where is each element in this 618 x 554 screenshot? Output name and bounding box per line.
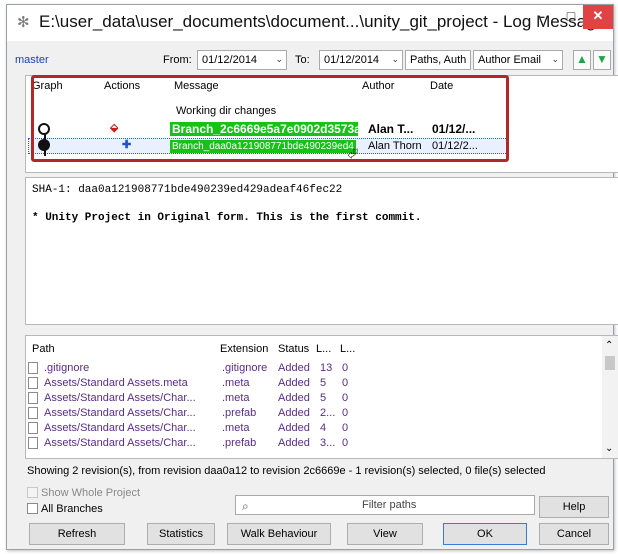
filter-paths-input[interactable]: ⌕ Filter paths: [235, 495, 535, 515]
file-icon: [28, 422, 38, 434]
file-row[interactable]: Assets/Standard Assets.meta .meta Added …: [26, 376, 596, 390]
mouse-cursor-icon: ⮰: [347, 145, 359, 161]
file-status: Added: [278, 377, 310, 389]
from-label: From:: [163, 54, 192, 66]
column-extension[interactable]: Extension: [220, 343, 268, 355]
author-email-value: Author Email: [478, 54, 541, 66]
maximize-button[interactable]: □: [557, 5, 585, 29]
file-lines-added: 2...: [320, 407, 336, 419]
scroll-thumb[interactable]: [605, 356, 615, 370]
ok-button[interactable]: OK: [443, 523, 527, 545]
file-path: Assets/Standard Assets/Char...: [44, 407, 196, 419]
commit-details-pane[interactable]: SHA-1: daa0a121908771bde490239ed429adeaf…: [25, 177, 618, 325]
file-icon: [28, 392, 38, 404]
file-row[interactable]: Assets/Standard Assets/Char... .prefab A…: [26, 436, 596, 450]
file-icon: [28, 377, 38, 389]
show-whole-project-checkbox[interactable]: Show Whole Project: [27, 487, 140, 499]
file-lines-added: 3...: [320, 437, 336, 449]
file-lines-added: 5: [320, 392, 327, 404]
sha-line: SHA-1: daa0a121908771bde490239ed429adeaf…: [32, 184, 343, 196]
changed-files-list[interactable]: Path Extension Status L... L... .gitigno…: [25, 335, 618, 459]
file-lines-added: 13: [320, 362, 333, 374]
help-button[interactable]: Help: [539, 496, 609, 518]
file-status: Added: [278, 407, 310, 419]
file-lines-removed: 0: [342, 407, 349, 419]
checkbox-box: [27, 503, 38, 514]
file-lines-added: 4: [320, 422, 327, 434]
to-date-value: 01/12/2014: [324, 54, 380, 66]
file-extension: .prefab: [222, 437, 257, 449]
file-lines-removed: 0: [342, 377, 349, 389]
files-scrollbar[interactable]: ⌃ ⌄: [602, 336, 618, 458]
minimize-button[interactable]: –: [527, 5, 555, 29]
file-lines-removed: 0: [342, 362, 349, 374]
cancel-button[interactable]: Cancel: [539, 523, 609, 545]
file-row[interactable]: Assets/Standard Assets/Char... .prefab A…: [26, 406, 596, 420]
from-date-value: 01/12/2014: [202, 54, 258, 66]
file-extension: .meta: [222, 422, 250, 434]
chevron-down-icon: ⌄: [275, 54, 283, 64]
file-icon: [28, 437, 38, 449]
all-branches-label: All Branches: [41, 503, 103, 515]
previous-arrow-button[interactable]: ▲: [573, 50, 591, 70]
file-path: Assets/Standard Assets/Char...: [44, 392, 196, 404]
file-row[interactable]: .gitignore .gitignore Added 13 0: [26, 361, 596, 375]
file-lines-removed: 0: [342, 422, 349, 434]
all-branches-checkbox[interactable]: All Branches: [27, 503, 103, 515]
file-path: Assets/Standard Assets/Char...: [44, 437, 196, 449]
walk-behaviour-button[interactable]: Walk Behaviour: [227, 523, 331, 545]
file-lines-removed: 0: [342, 392, 349, 404]
file-icon: [28, 362, 38, 374]
checkbox-box: [27, 487, 38, 498]
column-status[interactable]: Status: [278, 343, 309, 355]
file-lines-removed: 0: [342, 437, 349, 449]
refresh-button[interactable]: Refresh: [29, 523, 125, 545]
to-date-picker[interactable]: 01/12/2014 ⌄: [319, 50, 403, 70]
file-extension: .meta: [222, 377, 250, 389]
file-path: Assets/Standard Assets.meta: [44, 377, 188, 389]
chevron-down-icon: ⌄: [551, 54, 559, 64]
next-arrow-button[interactable]: ▼: [593, 50, 611, 70]
file-status: Added: [278, 362, 310, 374]
status-line: Showing 2 revision(s), from revision daa…: [27, 465, 546, 477]
paths-author-filter-value: Paths, Auth: [410, 54, 467, 66]
filter-placeholder: Filter paths: [362, 499, 417, 511]
filter-toolbar: master From: 01/12/2014 ⌄ To: 01/12/2014…: [13, 49, 613, 71]
file-status: Added: [278, 392, 310, 404]
show-whole-project-label: Show Whole Project: [41, 487, 141, 499]
magnifier-icon: ⌕: [242, 499, 249, 513]
column-path[interactable]: Path: [32, 343, 55, 355]
author-email-select[interactable]: Author Email ⌄: [473, 50, 563, 70]
file-status: Added: [278, 422, 310, 434]
scroll-up-icon[interactable]: ⌃: [605, 340, 613, 351]
file-row[interactable]: Assets/Standard Assets/Char... .meta Add…: [26, 421, 596, 435]
highlight-annotation-box: [31, 75, 509, 162]
from-date-picker[interactable]: 01/12/2014 ⌄: [197, 50, 287, 70]
scroll-down-icon[interactable]: ⌄: [605, 443, 613, 454]
commit-message: * Unity Project in Original form. This i…: [32, 212, 422, 224]
statistics-button[interactable]: Statistics: [147, 523, 215, 545]
branch-link[interactable]: master: [15, 54, 49, 66]
file-path: Assets/Standard Assets/Char...: [44, 422, 196, 434]
file-icon: [28, 407, 38, 419]
file-row[interactable]: Assets/Standard Assets/Char... .meta Add…: [26, 391, 596, 405]
file-status: Added: [278, 437, 310, 449]
file-path: .gitignore: [44, 362, 90, 374]
column-lines-removed[interactable]: L...: [340, 343, 355, 355]
title-bar: ✻ E:\user_data\user_documents\document..…: [7, 5, 618, 41]
to-label: To:: [295, 54, 310, 66]
file-lines-added: 5: [320, 377, 327, 389]
view-button[interactable]: View: [347, 523, 423, 545]
file-extension: .prefab: [222, 407, 257, 419]
tortoisegit-icon: ✻: [17, 14, 30, 31]
file-extension: .meta: [222, 392, 250, 404]
log-messages-window: ✻ E:\user_data\user_documents\document..…: [6, 4, 618, 550]
close-button[interactable]: ✕: [583, 5, 613, 29]
chevron-down-icon: ⌄: [391, 54, 399, 64]
paths-author-filter-input[interactable]: Paths, Auth: [405, 50, 471, 70]
file-extension: .gitignore: [222, 362, 268, 374]
column-lines-added[interactable]: L...: [316, 343, 331, 355]
